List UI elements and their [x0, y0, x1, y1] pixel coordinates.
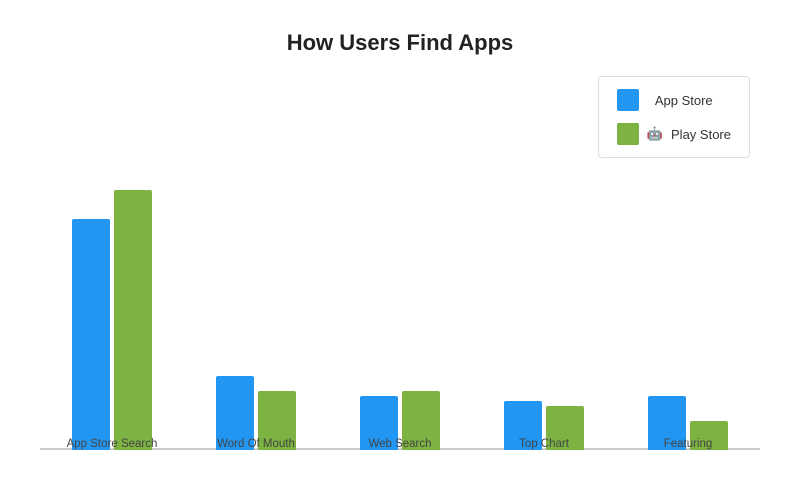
bar-label-app-0: 47%	[80, 204, 102, 216]
chart-title: How Users Find Apps	[287, 30, 514, 56]
bar-label-play-0: 53%	[122, 175, 144, 187]
chart-container: How Users Find Apps 47% 53% App Store Sear…	[0, 0, 800, 500]
bar-wrap-play-0: 53%	[114, 175, 152, 450]
bar-app-0	[72, 219, 110, 450]
group-label-0: App Store Search	[40, 438, 184, 450]
legend-item-playstore: 🤖 Play Store	[617, 123, 731, 145]
group-label-3: Top Chart	[472, 438, 616, 450]
bar-label-play-3: 9%	[557, 391, 573, 403]
bar-group-3: 10% 9% Top Chart	[472, 386, 616, 450]
bar-label-app-1: 15%	[224, 361, 246, 373]
chart-body: 47% 53% App Store Search 15% 12% Word Of Mout…	[40, 76, 760, 480]
legend-label-appstore: App Store	[655, 93, 713, 108]
group-label-2: Web Search	[328, 438, 472, 450]
legend-item-appstore: App Store	[617, 89, 731, 111]
bar-play-0	[114, 190, 152, 450]
android-icon: 🤖	[647, 126, 663, 142]
bar-group-1: 15% 12% Word Of Mouth	[184, 361, 328, 450]
chart-legend: App Store 🤖 Play Store	[598, 76, 750, 158]
bar-wrap-app-1: 15%	[216, 361, 254, 450]
bar-group-2: 11% 12% Web Search	[328, 376, 472, 450]
bar-wrap-app-0: 47%	[72, 204, 110, 450]
legend-color-appstore	[617, 89, 639, 111]
bar-label-play-4: 6%	[701, 406, 717, 418]
group-label-1: Word Of Mouth	[184, 438, 328, 450]
legend-label-playstore: Play Store	[671, 127, 731, 142]
bar-group-4: 11% 6% Featuring	[616, 381, 760, 450]
bar-label-play-2: 12%	[410, 376, 432, 388]
bar-label-app-4: 11%	[656, 381, 677, 393]
bar-group-0: 47% 53% App Store Search	[40, 175, 184, 450]
legend-color-playstore	[617, 123, 639, 145]
bar-label-play-1: 12%	[266, 376, 288, 388]
group-label-4: Featuring	[616, 438, 760, 450]
bar-label-app-3: 10%	[512, 386, 534, 398]
bar-label-app-2: 11%	[368, 381, 389, 393]
